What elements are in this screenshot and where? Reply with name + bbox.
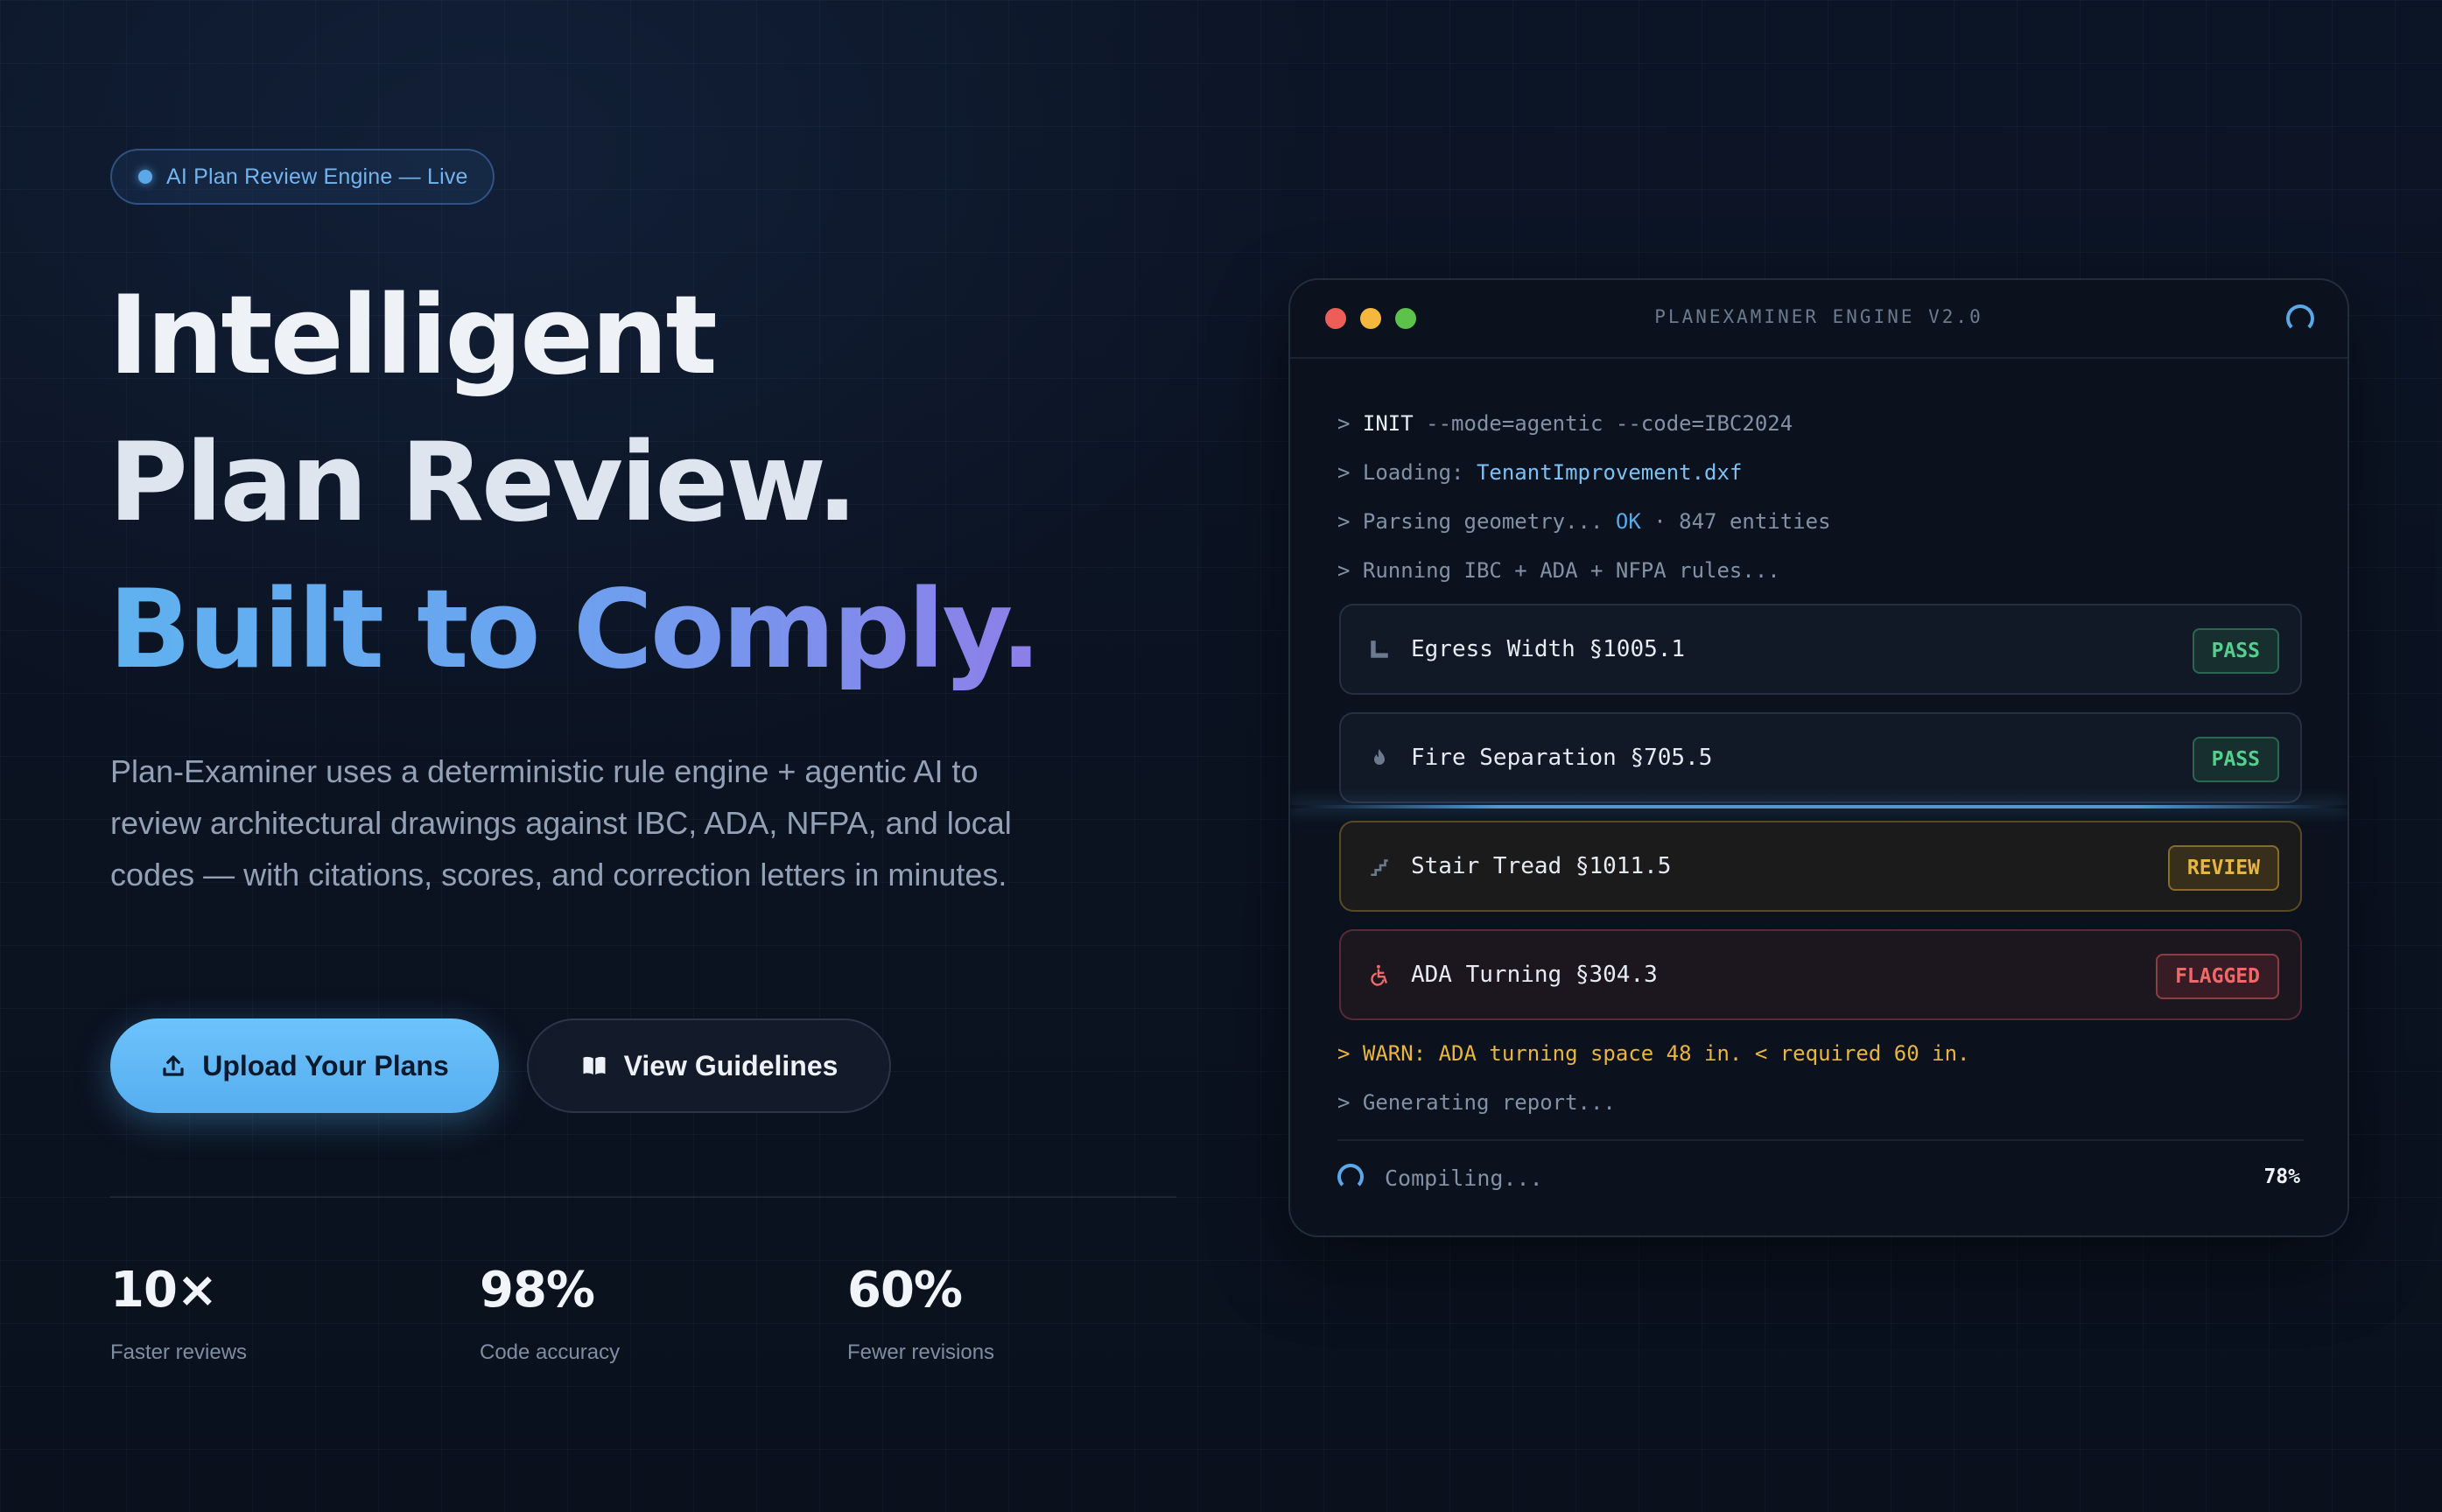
stat-value: 60% [847,1262,963,1319]
log-loading: > Loading: TenantImprovement.dxf [1337,460,1742,485]
headline-line-2: Plan Review. [109,420,858,546]
status-badge-review: REVIEW [2167,845,2279,891]
parsing-ok: OK [1615,509,1641,534]
stat-value: 98% [480,1262,595,1319]
compiling-spinner-icon [1337,1164,1364,1190]
loading-prefix: > Loading: [1337,460,1477,485]
stairs-icon [1362,855,1397,878]
prompt: > [1337,411,1363,436]
scan-line [1290,805,2347,808]
upload-plans-button[interactable]: Upload Your Plans [110,1018,499,1113]
check-label: Fire Separation §705.5 [1411,745,1713,771]
parsing-suffix: · 847 entities [1640,509,1831,534]
engine-terminal: PLANEXAMINER ENGINE V2.0 > INIT --mode=a… [1288,278,2349,1237]
stat-value: 10× [110,1262,218,1319]
stat-label: Faster reviews [110,1340,248,1364]
headline-line-3: Built to Comply. [109,556,1042,704]
stat-faster-reviews: 10× Faster reviews [110,1260,247,1365]
headline-line-1: Intelligent [109,273,718,399]
ruler-icon [1362,638,1397,661]
terminal-titlebar: PLANEXAMINER ENGINE V2.0 [1290,280,2347,359]
terminal-title: PLANEXAMINER ENGINE V2.0 [1654,306,1983,327]
log-warning: > WARN: ADA turning space 48 in. < requi… [1337,1041,1970,1066]
stat-label: Code accuracy [480,1340,621,1364]
wheelchair-icon [1362,963,1397,986]
stats-divider [110,1196,1176,1198]
loading-filename: TenantImprovement.dxf [1476,460,1743,485]
status-badge-pass: PASS [2192,737,2279,782]
live-status-dot [138,170,152,184]
check-row-ada-turning: ADA Turning §304.3 FLAGGED [1339,929,2302,1020]
book-open-icon [580,1053,608,1079]
check-label: Stair Tread §1011.5 [1411,853,1672,879]
live-badge-label: AI Plan Review Engine — Live [166,164,468,189]
compiling-status: Compiling... [1385,1166,1543,1191]
view-guidelines-button[interactable]: View Guidelines [527,1018,891,1113]
progress-percent: 78% [2263,1166,2300,1188]
check-label: Egress Width §1005.1 [1411,636,1686,662]
stat-label: Fewer revisions [847,1340,995,1364]
hero-headline: Intelligent Plan Review. Built to Comply… [109,262,1042,704]
log-generating: > Generating report... [1337,1090,1616,1115]
live-badge: AI Plan Review Engine — Live [110,149,495,205]
init-args: --mode=agentic --code=IBC2024 [1413,411,1793,436]
check-row-fire-separation: Fire Separation §705.5 PASS [1339,712,2302,803]
stat-fewer-revisions: 60% Fewer revisions [847,1260,994,1365]
parsing-prefix: > Parsing geometry... [1337,509,1616,534]
check-label: ADA Turning §304.3 [1411,962,1658,988]
terminal-footer-divider [1337,1139,2304,1141]
upload-icon [160,1053,186,1079]
check-row-egress-width: Egress Width §1005.1 PASS [1339,604,2302,695]
hero-description: Plan-Examiner uses a deterministic rule … [110,753,1012,892]
loading-spinner-icon [2286,304,2314,332]
upload-plans-label: Upload Your Plans [202,1049,449,1082]
flame-icon [1362,746,1397,769]
log-parsing: > Parsing geometry... OK · 847 entities [1337,509,1831,534]
log-running: > Running IBC + ADA + NFPA rules... [1337,558,1780,583]
landing-page: AI Plan Review Engine — Live Intelligent… [0,0,2442,1512]
check-row-stair-tread: Stair Tread §1011.5 REVIEW [1339,821,2302,912]
status-badge-flagged: FLAGGED [2156,954,2279,999]
stat-code-accuracy: 98% Code accuracy [480,1260,620,1365]
log-init: > INIT --mode=agentic --code=IBC2024 [1337,411,1793,436]
view-guidelines-label: View Guidelines [623,1049,839,1082]
init-command: INIT [1362,411,1414,436]
status-badge-pass: PASS [2192,628,2279,674]
